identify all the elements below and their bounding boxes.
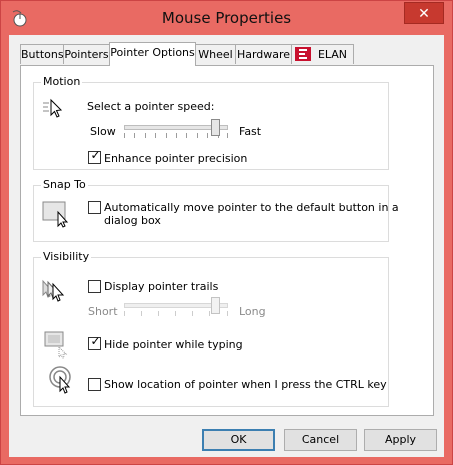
fast-label: Fast — [239, 125, 262, 138]
snap-to-group-title: Snap To — [41, 178, 88, 191]
hide-pointer-checkbox[interactable]: ✓ — [88, 334, 101, 350]
tab-wheel[interactable]: Wheel — [195, 44, 236, 64]
visibility-group: Visibility ✓ Display pointer trails Shor… — [33, 250, 389, 407]
motion-group-title: Motion — [41, 75, 83, 88]
short-label: Short — [88, 305, 118, 318]
ctrl-locate-checkbox[interactable]: ✓ — [88, 378, 101, 391]
enhance-precision-checkbox[interactable]: ✓ — [88, 148, 101, 164]
tab-pointer-options[interactable]: Pointer Options — [109, 42, 196, 66]
pointer-speed-slider-thumb[interactable] — [211, 119, 221, 136]
ok-button[interactable]: OK — [202, 429, 275, 451]
ctrl-locate-label[interactable]: Show location of pointer when I press th… — [104, 378, 387, 391]
tab-label: Pointer Options — [110, 46, 195, 59]
hide-pointer-icon — [44, 331, 72, 362]
mouse-properties-window: Mouse Properties ✕ Buttons Pointers Poin… — [0, 0, 453, 465]
tab-label: Wheel — [198, 48, 233, 61]
close-icon: ✕ — [418, 6, 430, 22]
window-title: Mouse Properties — [161, 9, 292, 27]
pointer-speed-icon — [42, 97, 64, 122]
tab-label: Hardware — [236, 48, 291, 61]
tab-hardware[interactable]: Hardware — [235, 44, 292, 64]
hide-pointer-label[interactable]: Hide pointer while typing — [104, 338, 243, 351]
tab-pointers[interactable]: Pointers — [63, 44, 110, 64]
elan-logo-icon — [295, 47, 311, 61]
checkmark-icon: ✓ — [90, 148, 101, 162]
close-button[interactable]: ✕ — [404, 2, 444, 24]
snap-to-icon — [42, 198, 72, 231]
tab-label: ELAN — [317, 48, 348, 61]
pointer-options-panel: Motion Select a pointer speed: Slow Fast… — [20, 65, 434, 416]
tab-elan[interactable]: ELAN — [291, 44, 354, 64]
tab-buttons[interactable]: Buttons — [20, 44, 64, 64]
title-bar[interactable]: Mouse Properties ✕ — [1, 1, 452, 35]
slow-label: Slow — [90, 125, 116, 138]
pointer-speed-label: Select a pointer speed: — [87, 100, 215, 113]
pointer-trails-checkbox[interactable]: ✓ — [88, 280, 101, 293]
snap-to-group: Snap To ✓ Automatically move pointer to … — [33, 178, 399, 242]
auto-snap-label-line2[interactable]: dialog box — [104, 214, 161, 227]
auto-snap-checkbox[interactable]: ✓ — [88, 201, 101, 214]
pointer-trails-label[interactable]: Display pointer trails — [104, 280, 218, 293]
visibility-group-title: Visibility — [41, 250, 92, 263]
trail-length-slider-thumb[interactable] — [211, 297, 221, 314]
ctrl-locate-icon — [48, 365, 76, 398]
auto-snap-label-line1[interactable]: Automatically move pointer to the defaul… — [104, 201, 399, 214]
long-label: Long — [239, 305, 266, 318]
motion-group: Motion Select a pointer speed: Slow Fast… — [33, 75, 389, 170]
tab-label: Pointers — [64, 48, 109, 61]
tab-label: Buttons — [21, 48, 64, 61]
enhance-precision-label[interactable]: Enhance pointer precision — [104, 152, 247, 165]
pointer-trails-icon — [42, 278, 72, 309]
dialog-client-area: Buttons Pointers Pointer Options Wheel H… — [9, 35, 444, 457]
apply-button[interactable]: Apply — [364, 429, 437, 451]
cancel-button[interactable]: Cancel — [284, 429, 357, 451]
checkmark-icon: ✓ — [90, 334, 101, 348]
